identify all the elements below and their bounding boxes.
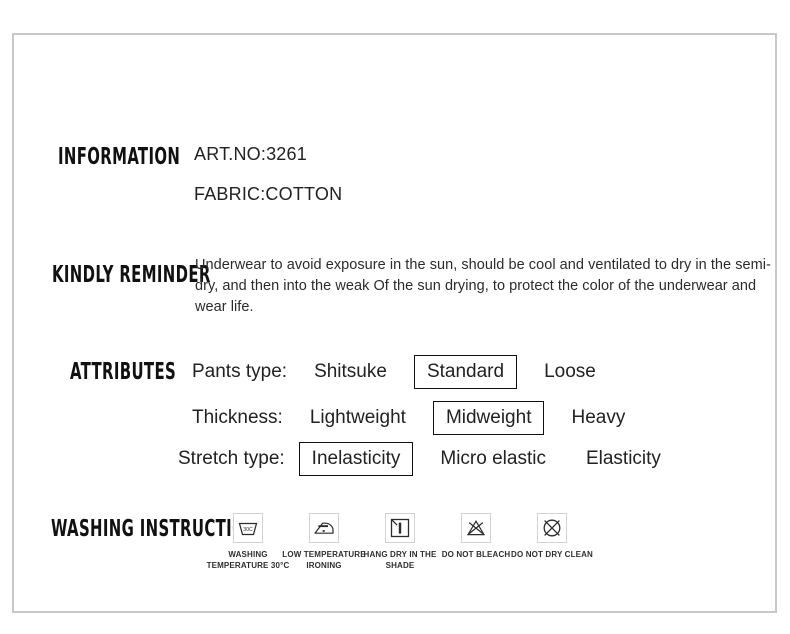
care-caption-do-not-dry-clean: DO NOT DRY CLEAN <box>511 550 593 559</box>
product-info-panel: INFORMATION ART.NO:3261 FABRIC:COTTON KI… <box>12 33 777 613</box>
attribute-option-micro-elastic[interactable]: Micro elastic <box>427 442 559 476</box>
art-no-value: ART.NO:3261 <box>194 144 307 164</box>
attribute-row-thickness: Thickness: Lightweight Midweight Heavy <box>192 401 638 435</box>
hang-dry-in-shade-icon <box>385 513 415 543</box>
care-caption-hang-dry-in-shade: HANG DRY IN THE SHADE <box>363 550 437 570</box>
attribute-key-stretch-type: Stretch type: <box>178 448 285 469</box>
attribute-option-elasticity[interactable]: Elasticity <box>573 442 674 476</box>
attribute-option-inelasticity[interactable]: Inelasticity <box>298 442 414 476</box>
iron-low-temperature-icon <box>309 513 339 543</box>
care-item-washing-temperature: 30C WASHING TEMPERATURE 30°C <box>207 513 289 572</box>
attribute-option-loose[interactable]: Loose <box>531 355 609 389</box>
care-caption-washing-temperature: WASHING TEMPERATURE 30°C <box>206 550 290 570</box>
section-heading-information: INFORMATION <box>58 144 181 170</box>
attribute-row-stretch-type: Stretch type: Inelasticity Micro elastic… <box>178 442 674 476</box>
section-heading-kindly-reminder: KINDLY REMINDER <box>52 262 211 288</box>
attribute-row-pants-type: Pants type: Shitsuke Standard Loose <box>192 355 609 389</box>
care-caption-do-not-bleach: DO NOT BLEACH <box>441 550 511 559</box>
attribute-option-midweight[interactable]: Midweight <box>432 401 545 435</box>
attribute-option-lightweight[interactable]: Lightweight <box>297 401 419 435</box>
care-caption-low-temperature-ironing: LOW TEMPERATURE IRONING <box>282 550 366 570</box>
svg-text:30C: 30C <box>243 527 253 533</box>
kindly-reminder-text: Underwear to avoid exposure in the sun, … <box>195 257 771 316</box>
care-item-do-not-bleach: DO NOT BLEACH <box>438 513 514 561</box>
section-heading-attributes: ATTRIBUTES <box>70 359 177 385</box>
care-item-low-temperature-ironing: LOW TEMPERATURE IRONING <box>282 513 366 572</box>
do-not-dry-clean-icon <box>537 513 567 543</box>
attribute-option-heavy[interactable]: Heavy <box>558 401 638 435</box>
fabric-value: FABRIC:COTTON <box>194 184 343 204</box>
attribute-key-thickness: Thickness: <box>192 407 283 428</box>
do-not-bleach-icon <box>461 513 491 543</box>
care-item-hang-dry-in-shade: HANG DRY IN THE SHADE <box>362 513 438 572</box>
wash-tub-30c-icon: 30C <box>233 513 263 543</box>
attribute-key-pants-type: Pants type: <box>192 361 288 382</box>
attribute-option-shitsuke[interactable]: Shitsuke <box>301 355 400 389</box>
attribute-option-standard[interactable]: Standard <box>413 355 518 389</box>
care-symbol-list: 30C WASHING TEMPERATURE 30°C LOW TEMPERA… <box>207 513 593 572</box>
care-item-do-not-dry-clean: DO NOT DRY CLEAN <box>511 513 593 561</box>
